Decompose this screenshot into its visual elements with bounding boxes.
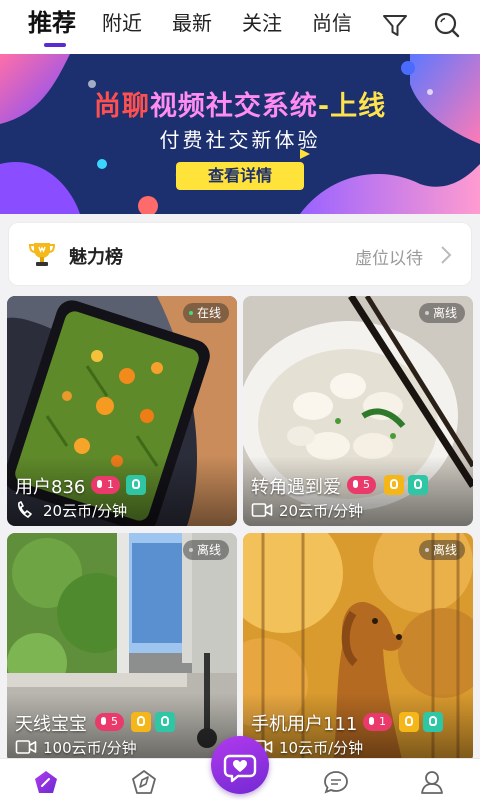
tab-following[interactable]: 关注 [242,8,282,38]
status-badge: 离线 [182,540,229,560]
trophy-icon [28,243,56,266]
banner-title-product: 视频社交系统 [149,91,318,122]
price-per-minute: 100云币/分钟 [43,738,137,757]
tab-latest[interactable]: 最新 [172,8,212,38]
promo-banner[interactable]: 尚聊视频社交系统-上线 付费社交新体验 查看详情 [0,54,480,214]
user-card[interactable]: 离线 转角遇到爱 5 20云币/分钟 [243,296,473,526]
price-row: 20云币/分钟 [251,500,363,520]
filter-icon[interactable] [380,10,410,40]
chevron-right-icon [441,246,452,264]
price-per-minute: 10云币/分钟 [279,738,364,757]
price-per-minute: 20云币/分钟 [43,501,128,520]
level-badge: 1 [91,476,120,494]
app-screen: 推荐 附近 最新 关注 尚信 尚聊视频社交系统-上线 付费社交新体验 查看详情 … [0,0,480,800]
user-name: 用户836 [15,477,86,498]
banner-title-brand: 尚聊 [93,91,150,122]
video-icon [15,740,37,754]
price-per-minute: 20云币/分钟 [279,501,364,520]
user-card[interactable]: 离线 天线宝宝 5 100云币/分钟 [7,533,237,763]
tab-nearby[interactable]: 附近 [102,8,142,38]
tab-shangxin[interactable]: 尚信 [312,8,352,38]
status-badge: 离线 [418,540,465,560]
verified-mic-icon [423,712,443,732]
level-badge: 1 [363,713,392,731]
user-name: 手机用户111 [251,714,358,735]
ranking-title: 魅力榜 [69,247,123,268]
price-row: 100云币/分钟 [15,737,137,757]
banner-subtitle: 付费社交新体验 [159,128,321,152]
phone-icon [18,501,32,518]
status-badge: 离线 [418,303,465,323]
tab-recommend[interactable]: 推荐 [28,8,76,38]
search-icon[interactable] [432,10,462,40]
level-badge: 5 [95,713,124,731]
verified-mic-icon [155,712,175,732]
verified-mic-icon [408,475,428,495]
gift-badge-icon [399,712,419,732]
gift-badge-icon [131,712,151,732]
level-badge: 5 [347,476,376,494]
active-tab-indicator [44,43,66,47]
center-match-button[interactable] [211,736,269,794]
compass-icon[interactable] [131,769,157,795]
charm-ranking-bar[interactable]: 魅力榜 虚位以待 [8,222,472,286]
top-nav: 推荐 附近 最新 关注 尚信 [0,0,480,54]
ranking-placeholder-text: 虚位以待 [355,249,423,269]
user-name: 天线宝宝 [15,714,87,735]
user-name: 转角遇到爱 [251,477,341,498]
status-badge: 在线 [182,303,229,323]
gift-badge-icon [384,475,404,495]
verified-mic-icon [126,475,146,495]
heart-chat-icon [223,754,257,783]
banner-title: 尚聊视频社交系统-上线 [0,84,480,123]
user-card[interactable]: 离线 手机用户111 1 10云币/分钟 [243,533,473,763]
price-row: 20云币/分钟 [15,500,127,520]
user-card[interactable]: 在线 用户836 1 20云币/分钟 [7,296,237,526]
home-icon[interactable] [33,769,59,795]
message-icon[interactable] [323,769,349,795]
banner-title-launch: -上线 [317,91,387,122]
banner-details-button[interactable]: 查看详情 [176,162,304,190]
video-icon [251,503,273,517]
profile-icon[interactable] [419,769,445,795]
